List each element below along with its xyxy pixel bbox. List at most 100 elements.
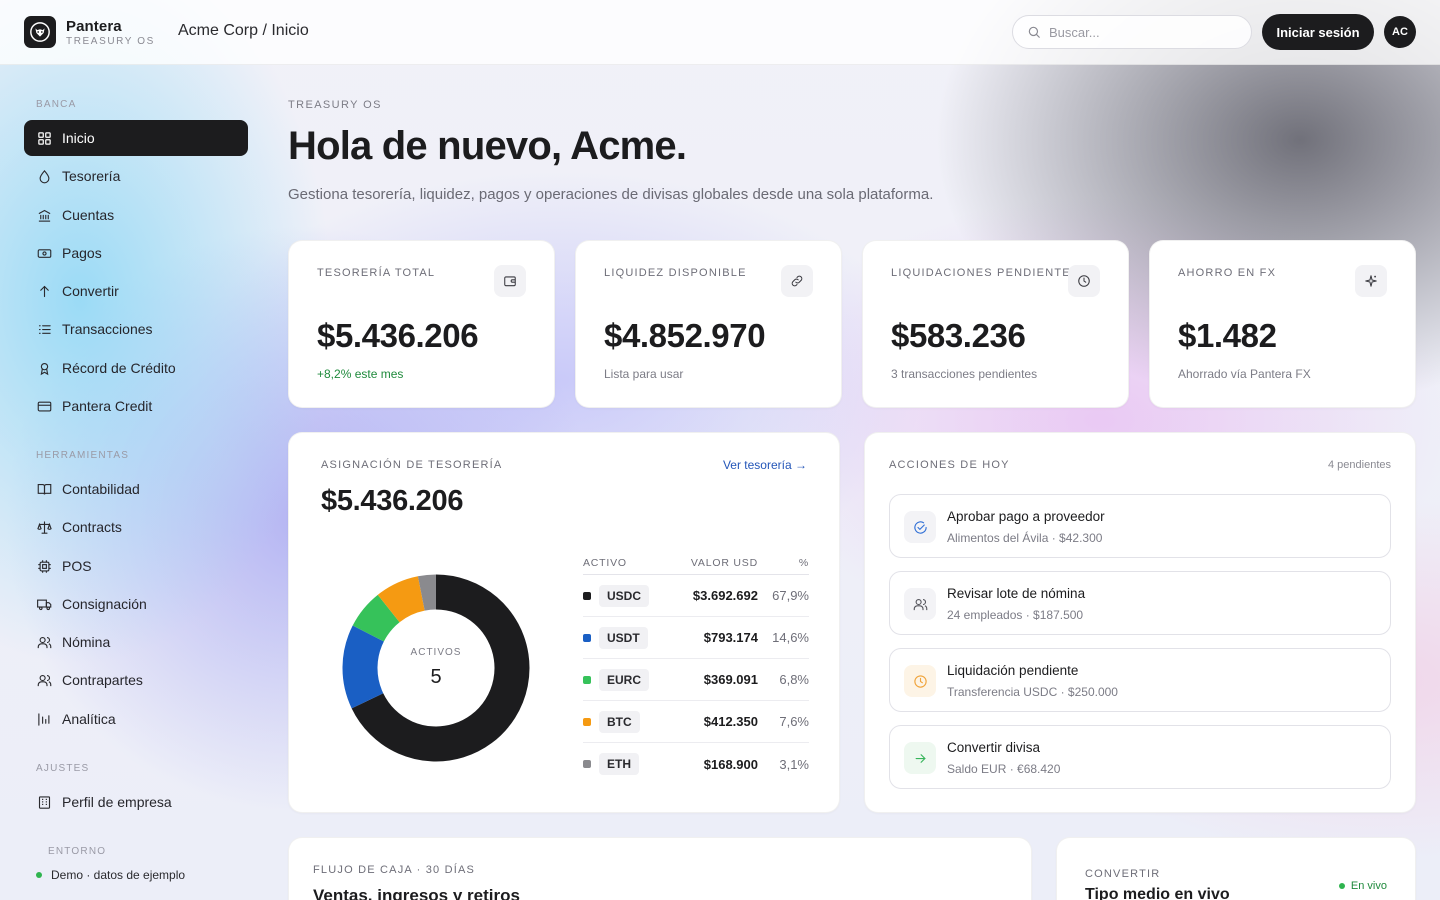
- table-row[interactable]: BTC $412.350 7,6%: [583, 701, 809, 743]
- clock-icon: [904, 665, 936, 697]
- clock-icon: [1068, 265, 1100, 297]
- action-item-review-payroll[interactable]: Revisar lote de nómina 24 empleados · $1…: [889, 571, 1391, 635]
- sidebar-section-herramientas: HERRAMIENTAS: [36, 450, 130, 461]
- stat-value: $1.482: [1178, 317, 1277, 354]
- stat-note: 3 transacciones pendientes: [891, 367, 1038, 381]
- sidebar-item-pagos[interactable]: Pagos: [24, 235, 248, 271]
- users-icon: [904, 588, 936, 620]
- action-subtitle: Alimentos del Ávila · $42.300: [947, 531, 1103, 545]
- stat-label: LIQUIDACIONES PENDIENTES: [891, 267, 1080, 279]
- arrow-up-icon: [36, 283, 52, 299]
- drop-icon: [36, 168, 52, 184]
- column-header-pct: %: [798, 556, 809, 569]
- sidebar-item-inicio[interactable]: Inicio: [24, 120, 248, 156]
- actions-count: 4 pendientes: [1328, 459, 1391, 471]
- cashflow-eyebrow: FLUJO DE CAJA · 30 DÍAS: [313, 864, 476, 876]
- sidebar-item-contabilidad[interactable]: Contabilidad: [24, 471, 248, 507]
- asset-value: $412.350: [703, 714, 758, 729]
- sidebar-item-pantera-credit[interactable]: Pantera Credit: [24, 388, 248, 424]
- sidebar-item-label: Transacciones: [62, 321, 153, 337]
- actions-title: ACCIONES DE HOY: [889, 459, 1010, 471]
- table-row[interactable]: USDC $3.692.692 67,9%: [583, 575, 809, 617]
- bank-icon: [36, 207, 52, 223]
- column-header-value: VALOR USD: [690, 556, 758, 569]
- breadcrumb: Acme Corp / Inicio: [178, 22, 309, 39]
- asset-pct: 3,1%: [779, 756, 809, 772]
- allocation-donut-chart: ACTIVOS 5: [341, 573, 531, 763]
- stat-label: TESORERÍA TOTAL: [317, 267, 436, 279]
- top-bar: Pantera TREASURY OS Acme Corp / Inicio I…: [0, 0, 1440, 65]
- environment-value: Demo · datos de ejemplo: [51, 868, 186, 882]
- asset-tag: EURC: [599, 668, 650, 691]
- sidebar-item-transacciones[interactable]: Transacciones: [24, 311, 248, 347]
- allocation-total: $5.436.206: [321, 485, 464, 517]
- sidebar-item-contracts[interactable]: Contracts: [24, 509, 248, 545]
- stat-card-liquidez[interactable]: LIQUIDEZ DISPONIBLE $4.852.970 Lista par…: [575, 240, 842, 408]
- page-subtitle: Gestiona tesorería, liquidez, pagos y op…: [288, 186, 934, 203]
- stat-value: $5.436.206: [317, 317, 479, 354]
- stat-card-tesoreria-total[interactable]: TESORERÍA TOTAL $5.436.206 +8,2% este me…: [288, 240, 555, 408]
- search-input[interactable]: [1049, 24, 1229, 40]
- asset-pct: 6,8%: [779, 672, 809, 687]
- page-title: Hola de nuevo, Acme.: [288, 124, 687, 168]
- asset-value: $3.692.692: [692, 588, 758, 603]
- series-swatch: [583, 717, 591, 726]
- asset-pct: 67,9%: [772, 588, 809, 603]
- sidebar-item-label: Inicio: [62, 130, 95, 146]
- action-title: Convertir divisa: [947, 740, 1041, 755]
- brand-name: Pantera: [66, 18, 122, 35]
- stat-card-ahorro-fx[interactable]: AHORRO EN FX $1.482 Ahorrado vía Pantera…: [1149, 240, 1416, 408]
- sidebar-item-consignacion[interactable]: Consignación: [24, 586, 248, 622]
- award-icon: [36, 360, 52, 376]
- asset-value: $168.900: [703, 756, 758, 772]
- scale-icon: [36, 519, 52, 535]
- donut-center-label: ACTIVOS: [410, 647, 462, 658]
- sidebar-item-record-credito[interactable]: Récord de Crédito: [24, 350, 248, 386]
- users-icon: [36, 672, 52, 688]
- table-header: ACTIVO VALOR USD %: [583, 551, 809, 575]
- table-row[interactable]: ETH $168.900 3,1%: [583, 743, 809, 785]
- action-item-approve-payment[interactable]: Aprobar pago a proveedor Alimentos del Á…: [889, 494, 1391, 558]
- action-item-pending-settlement[interactable]: Liquidación pendiente Transferencia USDC…: [889, 648, 1391, 712]
- avatar[interactable]: AC: [1384, 16, 1416, 48]
- sidebar-item-tesoreria[interactable]: Tesorería: [24, 158, 248, 194]
- asset-tag: BTC: [599, 710, 640, 733]
- sidebar-item-label: Contracts: [62, 519, 122, 535]
- live-dot: [1338, 883, 1345, 889]
- sidebar-item-label: Pagos: [62, 245, 102, 261]
- search-icon: [1028, 26, 1040, 38]
- stat-note: Lista para usar: [604, 367, 684, 381]
- allocation-card: ASIGNACIÓN DE TESORERÍA Ver tesorería → …: [288, 432, 840, 813]
- login-button[interactable]: Iniciar sesión: [1262, 14, 1374, 50]
- action-item-convert-currency[interactable]: Convertir divisa Saldo EUR · €68.420: [889, 725, 1391, 789]
- table-row[interactable]: EURC $369.091 6,8%: [583, 659, 809, 701]
- status-dot: [36, 872, 42, 878]
- list-icon: [36, 321, 52, 337]
- link-icon: [781, 265, 813, 297]
- sidebar-item-label: Contabilidad: [62, 481, 140, 497]
- allocation-title: ASIGNACIÓN DE TESORERÍA: [321, 459, 503, 471]
- stat-note: Ahorrado vía Pantera FX: [1178, 367, 1311, 381]
- building-icon: [36, 794, 52, 810]
- table-row[interactable]: USDT $793.174 14,6%: [583, 617, 809, 659]
- users-icon: [36, 634, 52, 650]
- search-box[interactable]: [1012, 15, 1252, 49]
- sidebar-item-analitica[interactable]: Analítica: [24, 701, 248, 737]
- sidebar-item-label: Tesorería: [62, 168, 121, 184]
- stat-note: +8,2% este mes: [317, 367, 404, 381]
- cashflow-card: FLUJO DE CAJA · 30 DÍAS Ventas, ingresos…: [288, 837, 1032, 900]
- sidebar-item-contrapartes[interactable]: Contrapartes: [24, 662, 248, 698]
- stat-card-liquidaciones[interactable]: LIQUIDACIONES PENDIENTES $583.236 3 tran…: [862, 240, 1129, 408]
- column-header-asset: ACTIVO: [583, 556, 627, 569]
- sidebar-item-nomina[interactable]: Nómina: [24, 624, 248, 660]
- action-subtitle: Transferencia USDC · $250.000: [947, 685, 1118, 699]
- sidebar-item-pos[interactable]: POS: [24, 548, 248, 584]
- logo[interactable]: [24, 16, 56, 48]
- check-circle-icon: [904, 511, 936, 543]
- sidebar-item-perfil-empresa[interactable]: Perfil de empresa: [24, 784, 248, 820]
- chip-icon: [36, 558, 52, 574]
- view-treasury-link[interactable]: Ver tesorería →: [723, 458, 807, 472]
- donut-center: ACTIVOS 5: [341, 573, 531, 763]
- sidebar-item-convertir[interactable]: Convertir: [24, 273, 248, 309]
- sidebar-item-cuentas[interactable]: Cuentas: [24, 197, 248, 233]
